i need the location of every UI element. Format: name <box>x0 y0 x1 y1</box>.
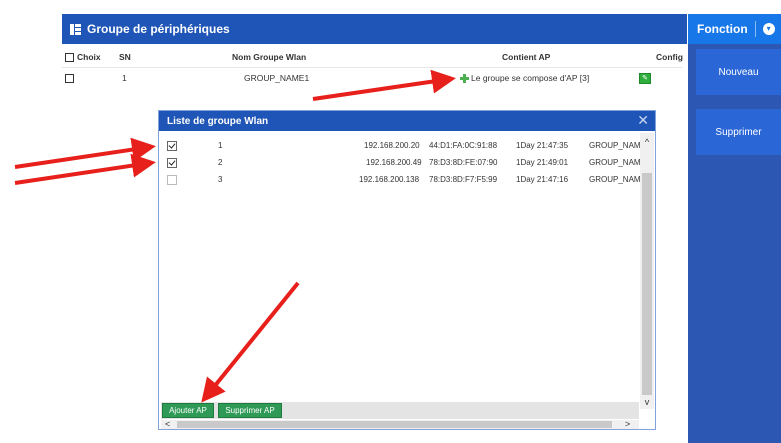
close-icon[interactable]: ✕ <box>637 113 649 127</box>
row-sn: 1 <box>122 73 127 83</box>
scroll-left-icon[interactable]: < <box>165 419 170 429</box>
edit-icon[interactable]: ✎ <box>639 73 651 84</box>
row-uptime: 1Day 21:47:35 <box>516 141 569 150</box>
chevron-down-icon[interactable]: ▾ <box>762 23 775 35</box>
list-item[interactable]: 2 192.168.200.49 78:D3:8D:FE:07:90 1Day … <box>159 156 643 171</box>
dialog-title: Liste de groupe Wlan <box>167 115 269 127</box>
function-sidebar: Fonction ▾ Nouveau Supprimer <box>688 14 781 443</box>
row-group: GROUP_NAMI <box>589 158 643 167</box>
header-choice: Choix <box>77 52 101 62</box>
header-name: Nom Groupe Wlan <box>232 52 307 62</box>
row-ip: 192.168.200.138 <box>359 175 420 184</box>
row-mac: 78:D3:8D:FE:07:90 <box>429 158 498 167</box>
grid-icon <box>70 23 81 35</box>
list-item[interactable]: 3 192.168.200.138 78:D3:8D:F7:F5:99 1Day… <box>159 173 643 188</box>
dialog-footer: Ajouter AP Supprimer AP <box>161 402 639 419</box>
header-config: Config <box>656 52 683 62</box>
delete-button[interactable]: Supprimer <box>696 109 781 155</box>
row-checkbox[interactable] <box>167 175 177 185</box>
row-uptime: 1Day 21:49:01 <box>516 158 569 167</box>
row-uptime: 1Day 21:47:16 <box>516 175 569 184</box>
row-checkbox[interactable] <box>167 158 177 168</box>
row-mac: 78:D3:8D:F7:F5:99 <box>429 175 498 184</box>
row-group: GROUP_NAMI <box>589 175 643 184</box>
scroll-down-icon[interactable]: v <box>640 397 654 407</box>
row-contains-ap[interactable]: Le groupe se compose d'AP [3] <box>460 73 590 84</box>
row-number: 3 <box>218 175 223 184</box>
ap-group-icon <box>460 74 469 84</box>
scroll-right-icon[interactable]: > <box>625 419 630 429</box>
wlan-group-dialog: Liste de groupe Wlan ✕ 1 192.168.200.20 … <box>158 110 656 430</box>
panel-title: Groupe de périphériques <box>87 22 230 36</box>
row-group: GROUP_NAMI <box>589 141 643 150</box>
row-mac: 44:D1:FA:0C:91:88 <box>429 141 498 150</box>
vertical-scrollbar[interactable]: ^ v <box>640 133 654 409</box>
select-all-checkbox[interactable] <box>65 52 74 63</box>
panel-header: Groupe de périphériques <box>62 14 687 44</box>
row-ip: 192.168.200.49 <box>366 158 422 167</box>
row-checkbox[interactable] <box>167 141 177 151</box>
row-contains-ap-text: Le groupe se compose d'AP [3] <box>471 73 590 83</box>
row-ip: 192.168.200.20 <box>364 141 420 150</box>
remove-ap-button[interactable]: Supprimer AP <box>218 403 282 418</box>
header-contains-ap: Contient AP <box>502 52 551 62</box>
header-sn: SN <box>119 52 131 62</box>
row-checkbox[interactable] <box>65 73 74 84</box>
list-item[interactable]: 1 192.168.200.20 44:D1:FA:0C:91:88 1Day … <box>159 139 643 154</box>
add-ap-button[interactable]: Ajouter AP <box>162 403 214 418</box>
row-name: GROUP_NAME1 <box>244 73 310 83</box>
function-header[interactable]: Fonction ▾ <box>688 14 781 44</box>
scroll-thumb[interactable] <box>642 173 652 395</box>
scroll-thumb-horizontal[interactable] <box>177 421 612 428</box>
table-header: Choix SN Nom Groupe Wlan Contient AP Con… <box>62 52 683 66</box>
dialog-list: 1 192.168.200.20 44:D1:FA:0C:91:88 1Day … <box>159 131 643 401</box>
function-title: Fonction <box>697 22 748 36</box>
dialog-header: Liste de groupe Wlan ✕ <box>159 111 655 131</box>
table-row[interactable]: 1 GROUP_NAME1 Le groupe se compose d'AP … <box>62 73 682 87</box>
row-number: 2 <box>218 158 223 167</box>
scroll-up-icon[interactable]: ^ <box>640 137 654 147</box>
new-button[interactable]: Nouveau <box>696 49 781 95</box>
row-number: 1 <box>218 141 223 150</box>
horizontal-scrollbar[interactable]: < > <box>161 419 639 429</box>
